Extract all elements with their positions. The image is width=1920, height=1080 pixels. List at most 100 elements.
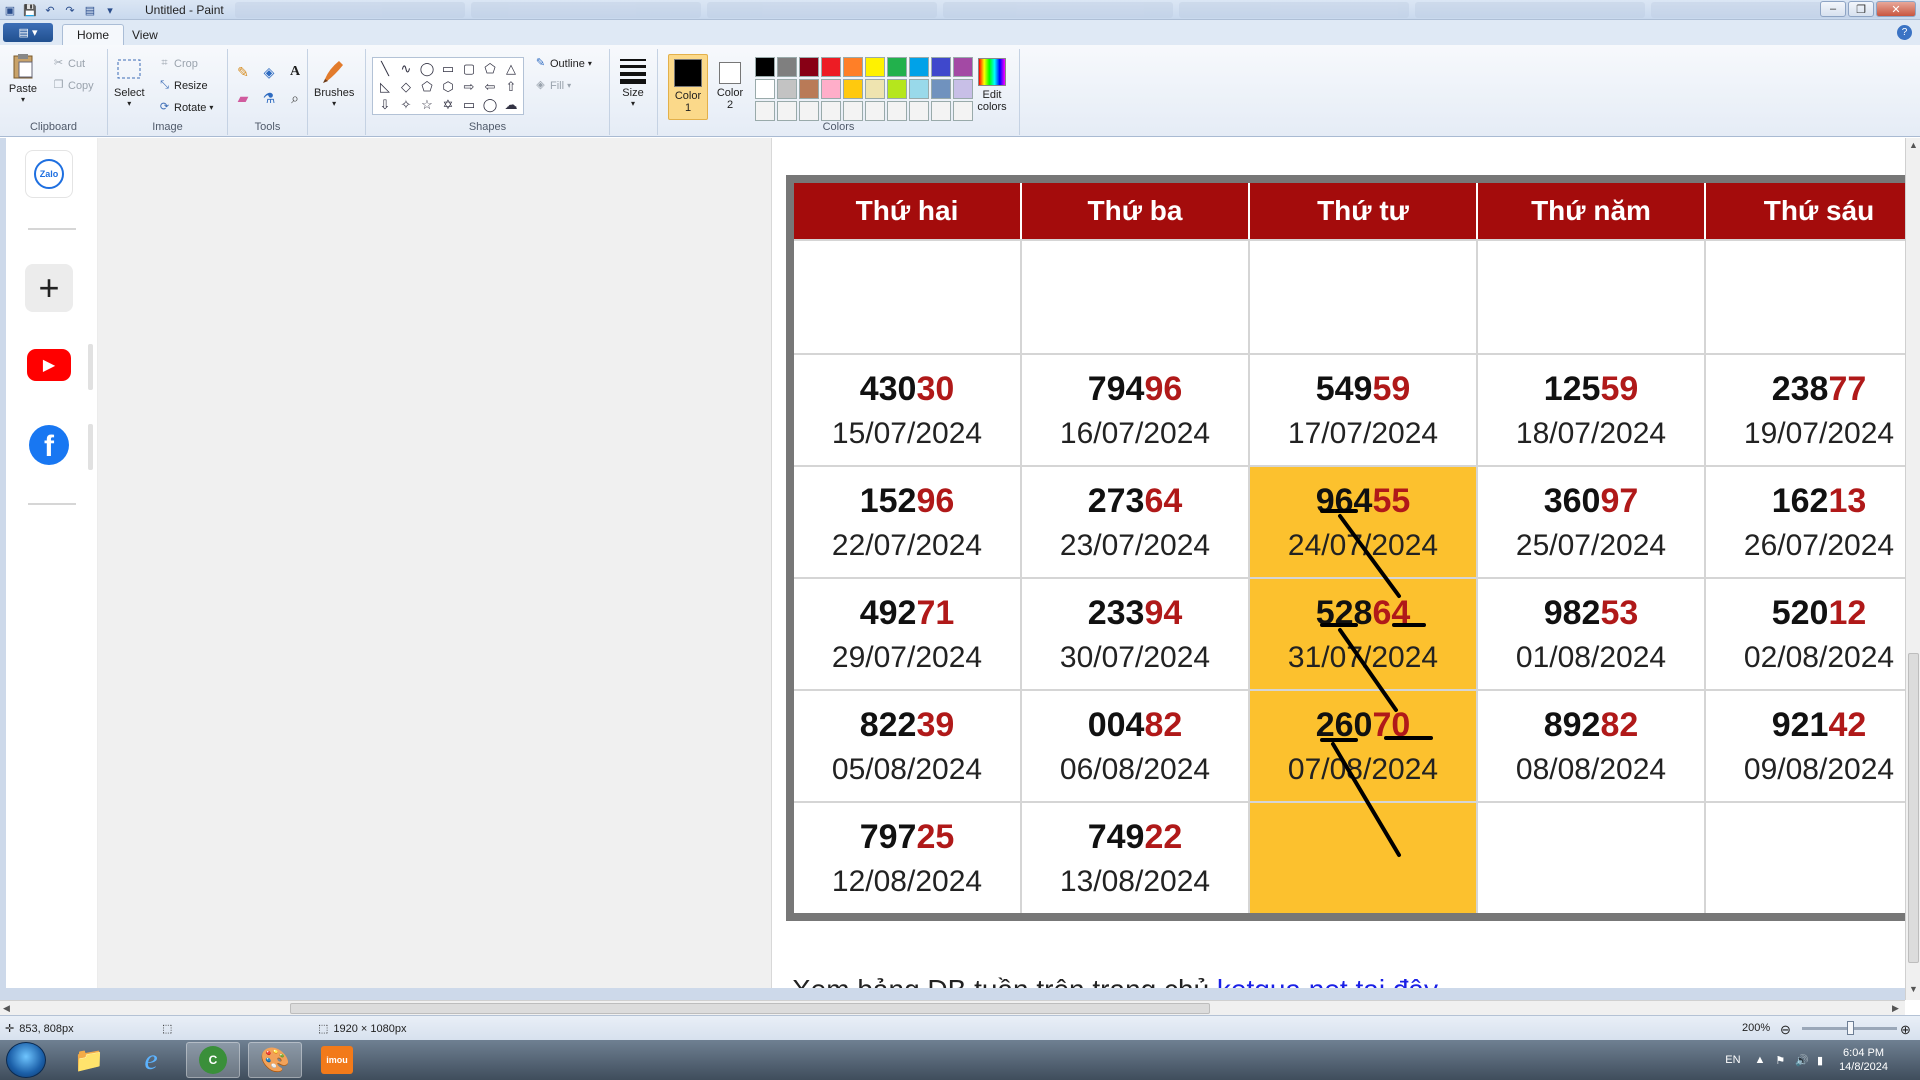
scroll-left-icon[interactable]: ◀ bbox=[3, 1003, 10, 1014]
triangle-shape-icon[interactable]: △ bbox=[501, 60, 521, 77]
palette-swatch[interactable] bbox=[799, 57, 819, 77]
palette-swatch[interactable] bbox=[865, 79, 885, 99]
four-point-star-shape-icon[interactable]: ✧ bbox=[396, 96, 416, 113]
palette-swatch[interactable] bbox=[865, 101, 885, 121]
scroll-right-icon[interactable]: ▶ bbox=[1892, 1003, 1899, 1014]
palette-swatch[interactable] bbox=[843, 57, 863, 77]
language-indicator[interactable]: EN bbox=[1725, 1054, 1740, 1066]
six-point-star-shape-icon[interactable]: ✡ bbox=[438, 96, 458, 113]
zoom-in-button[interactable]: ⊕ bbox=[1900, 1022, 1911, 1038]
tab-home[interactable]: Home bbox=[62, 24, 125, 45]
palette-swatch[interactable] bbox=[755, 57, 775, 77]
network-icon[interactable]: ▮ bbox=[1817, 1054, 1823, 1067]
color-picker-icon[interactable]: ⚗ bbox=[258, 87, 280, 109]
action-center-flag-icon[interactable]: ⚑ bbox=[1775, 1054, 1785, 1067]
redo-icon[interactable]: ↷ bbox=[62, 2, 78, 18]
customize-qat-icon[interactable]: ▾ bbox=[102, 2, 118, 18]
zoom-slider-thumb[interactable] bbox=[1847, 1021, 1854, 1035]
callout-oval-shape-icon[interactable]: ◯ bbox=[480, 96, 500, 113]
palette-swatch[interactable] bbox=[799, 101, 819, 121]
resize-button[interactable]: ⤡ Resize bbox=[158, 79, 208, 92]
rotate-button[interactable]: ⟳ Rotate ▾ bbox=[158, 101, 214, 114]
five-point-star-shape-icon[interactable]: ☆ bbox=[417, 96, 437, 113]
palette-swatch[interactable] bbox=[755, 101, 775, 121]
horizontal-scroll-thumb[interactable] bbox=[290, 1003, 1210, 1014]
taskbar-clock[interactable]: 6:04 PM 14/8/2024 bbox=[1839, 1046, 1888, 1074]
color1-button[interactable]: Color 1 bbox=[668, 54, 708, 120]
volume-icon[interactable]: 🔊 bbox=[1795, 1054, 1809, 1067]
rectangle-shape-icon[interactable]: ▭ bbox=[438, 60, 458, 77]
color2-button[interactable]: Color 2 bbox=[710, 54, 750, 120]
paint-menu-button[interactable]: ▤ ▾ bbox=[3, 23, 53, 42]
text-tool-icon[interactable]: A bbox=[284, 61, 306, 83]
palette-swatch[interactable] bbox=[909, 57, 929, 77]
left-arrow-shape-icon[interactable]: ⇦ bbox=[480, 78, 500, 95]
edit-colors-button[interactable]: Edit colors bbox=[972, 54, 1012, 120]
horizontal-scrollbar[interactable]: ◀ ▶ bbox=[0, 1000, 1905, 1015]
diamond-shape-icon[interactable]: ◇ bbox=[396, 78, 416, 95]
tab-view[interactable]: View bbox=[118, 24, 172, 45]
palette-swatch[interactable] bbox=[843, 79, 863, 99]
palette-swatch[interactable] bbox=[777, 57, 797, 77]
ie-app[interactable]: e bbox=[124, 1042, 178, 1078]
cut-button[interactable]: ✂ Cut bbox=[52, 57, 85, 70]
palette-swatch[interactable] bbox=[821, 101, 841, 121]
save-icon[interactable]: 💾 bbox=[22, 2, 38, 18]
brushes-button[interactable]: Brushes ▾ bbox=[314, 55, 354, 108]
fill-bucket-icon[interactable]: ◈ bbox=[258, 61, 280, 83]
coccoc-app[interactable]: C bbox=[186, 1042, 240, 1078]
palette-swatch[interactable] bbox=[887, 57, 907, 77]
callout-cloud-shape-icon[interactable]: ☁ bbox=[501, 96, 521, 113]
palette-swatch[interactable] bbox=[953, 57, 973, 77]
polygon-shape-icon[interactable]: ⬠ bbox=[480, 60, 500, 77]
close-button[interactable]: ✕ bbox=[1876, 1, 1916, 17]
fill-button[interactable]: ◈ Fill ▾ bbox=[534, 79, 571, 92]
palette-swatch[interactable] bbox=[953, 101, 973, 121]
callout-rect-shape-icon[interactable]: ▭ bbox=[459, 96, 479, 113]
paint-app[interactable]: 🎨 bbox=[248, 1042, 302, 1078]
imou-app[interactable]: imou bbox=[310, 1042, 364, 1078]
vertical-scroll-thumb[interactable] bbox=[1908, 653, 1919, 963]
palette-swatch[interactable] bbox=[755, 79, 775, 99]
line-shape-icon[interactable]: ╲ bbox=[375, 60, 395, 77]
palette-swatch[interactable] bbox=[909, 101, 929, 121]
pentagon-shape-icon[interactable]: ⬠ bbox=[417, 78, 437, 95]
scroll-up-icon[interactable]: ▲ bbox=[1909, 140, 1918, 150]
eraser-icon[interactable]: ▰ bbox=[232, 87, 254, 109]
palette-swatch[interactable] bbox=[865, 57, 885, 77]
palette-swatch[interactable] bbox=[909, 79, 929, 99]
scroll-down-icon[interactable]: ▼ bbox=[1909, 984, 1918, 994]
explorer-app[interactable]: 📁 bbox=[62, 1042, 116, 1078]
palette-swatch[interactable] bbox=[931, 79, 951, 99]
palette-swatch[interactable] bbox=[887, 79, 907, 99]
hexagon-shape-icon[interactable]: ⬡ bbox=[438, 78, 458, 95]
zoom-out-button[interactable]: ⊖ bbox=[1780, 1022, 1791, 1038]
maximize-button[interactable]: ❐ bbox=[1848, 1, 1874, 17]
minimize-button[interactable]: – bbox=[1820, 1, 1846, 17]
up-arrow-shape-icon[interactable]: ⇧ bbox=[501, 78, 521, 95]
pencil-icon[interactable]: ✎ bbox=[232, 61, 254, 83]
crop-button[interactable]: ⌗ Crop bbox=[158, 57, 197, 70]
palette-swatch[interactable] bbox=[931, 57, 951, 77]
undo-icon[interactable]: ↶ bbox=[42, 2, 58, 18]
palette-swatch[interactable] bbox=[821, 79, 841, 99]
drawing-canvas[interactable]: Zalo + ▶ f Thứ hai Thứ ba Thứ tư Thứ năm Thứ… bbox=[6, 138, 1905, 988]
palette-swatch[interactable] bbox=[777, 79, 797, 99]
select-button[interactable]: Select ▾ bbox=[114, 55, 145, 108]
right-triangle-shape-icon[interactable]: ◺ bbox=[375, 78, 395, 95]
copy-button[interactable]: ❐ Copy bbox=[52, 79, 94, 92]
size-button[interactable]: Size ▾ bbox=[618, 55, 648, 108]
outline-button[interactable]: ✎ Outline ▾ bbox=[534, 57, 592, 70]
palette-swatch[interactable] bbox=[821, 57, 841, 77]
ketqua-link[interactable]: ketqua.net tại đây bbox=[1217, 974, 1438, 988]
help-icon[interactable]: ? bbox=[1897, 25, 1912, 40]
rounded-rectangle-shape-icon[interactable]: ▢ bbox=[459, 60, 479, 77]
palette-swatch[interactable] bbox=[931, 101, 951, 121]
start-button[interactable] bbox=[6, 1042, 46, 1078]
tray-expand-icon[interactable]: ▲ bbox=[1755, 1054, 1766, 1066]
palette-swatch[interactable] bbox=[843, 101, 863, 121]
print-preview-icon[interactable]: ▤ bbox=[82, 2, 98, 18]
curve-shape-icon[interactable]: ∿ bbox=[396, 60, 416, 77]
palette-swatch[interactable] bbox=[887, 101, 907, 121]
paste-button[interactable]: Paste ▾ bbox=[8, 51, 38, 104]
